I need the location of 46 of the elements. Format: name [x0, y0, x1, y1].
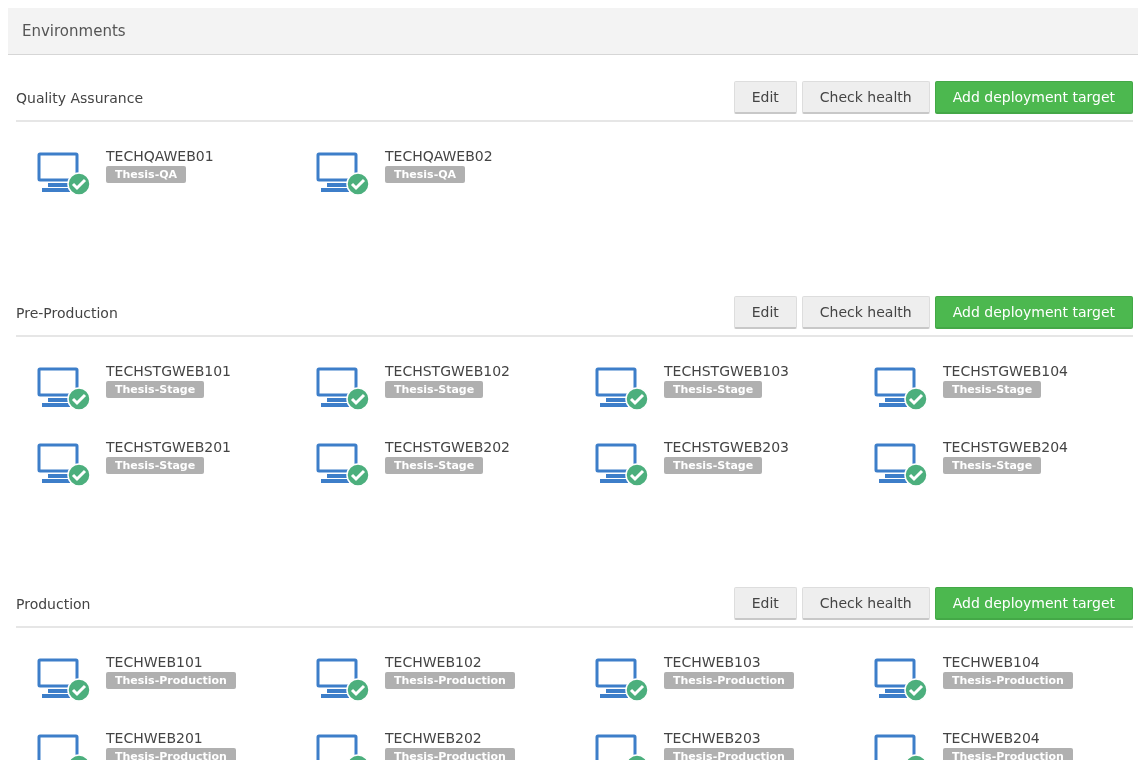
environment-name: Pre-Production — [16, 304, 118, 321]
target-name[interactable]: TECHWEB101 — [106, 654, 203, 670]
role-tag: Thesis-QA — [106, 166, 187, 183]
target-name[interactable]: TECHSTGWEB103 — [664, 363, 789, 379]
action-button[interactable]: Check health — [801, 587, 930, 620]
environment-name: Quality Assurance — [16, 89, 144, 106]
role-tag: Thesis-Stage — [385, 457, 484, 474]
target-name[interactable]: TECHSTGWEB201 — [106, 439, 231, 455]
target-name[interactable]: TECHWEB202 — [385, 730, 482, 746]
role-tag: Thesis-Production — [664, 748, 794, 760]
role-tag: Thesis-Stage — [664, 457, 763, 474]
target-name[interactable]: TECHSTGWEB202 — [385, 439, 510, 455]
environment-name: Production — [16, 595, 91, 612]
target-name[interactable]: TECHSTGWEB102 — [385, 363, 510, 379]
target-name[interactable]: TECHWEB104 — [943, 654, 1040, 670]
target-name[interactable]: TECHWEB204 — [943, 730, 1040, 746]
action-button[interactable]: Check health — [801, 81, 930, 114]
action-button[interactable]: Check health — [801, 296, 930, 329]
target-name[interactable]: TECHWEB103 — [664, 654, 761, 670]
target-name[interactable]: TECHQAWEB01 — [106, 148, 214, 164]
role-tag: Thesis-Production — [664, 672, 794, 689]
target-name[interactable]: TECHWEB102 — [385, 654, 482, 670]
role-tag: Thesis-Stage — [106, 381, 205, 398]
role-tag: Thesis-QA — [385, 166, 466, 183]
role-tag: Thesis-Stage — [664, 381, 763, 398]
role-tag: Thesis-Stage — [385, 381, 484, 398]
target-name[interactable]: TECHSTGWEB204 — [943, 439, 1068, 455]
target-name[interactable]: TECHSTGWEB203 — [664, 439, 789, 455]
role-tag: Thesis-Stage — [106, 457, 205, 474]
action-button[interactable]: Edit — [733, 296, 797, 329]
role-tag: Thesis-Production — [943, 748, 1073, 760]
page-title: Environments — [22, 22, 126, 40]
action-button[interactable]: Edit — [733, 81, 797, 114]
role-tag: Thesis-Production — [106, 672, 236, 689]
target-name[interactable]: TECHSTGWEB101 — [106, 363, 231, 379]
target-name[interactable]: TECHWEB201 — [106, 730, 203, 746]
role-tag: Thesis-Production — [385, 748, 515, 760]
action-button[interactable]: Edit — [733, 587, 797, 620]
role-tag: Thesis-Stage — [943, 457, 1042, 474]
role-tag: Thesis-Stage — [943, 381, 1042, 398]
target-name[interactable]: TECHQAWEB02 — [385, 148, 493, 164]
role-tag: Thesis-Production — [385, 672, 515, 689]
role-tag: Thesis-Production — [943, 672, 1073, 689]
target-name[interactable]: TECHWEB203 — [664, 730, 761, 746]
target-name[interactable]: TECHSTGWEB104 — [943, 363, 1068, 379]
role-tag: Thesis-Production — [106, 748, 236, 760]
